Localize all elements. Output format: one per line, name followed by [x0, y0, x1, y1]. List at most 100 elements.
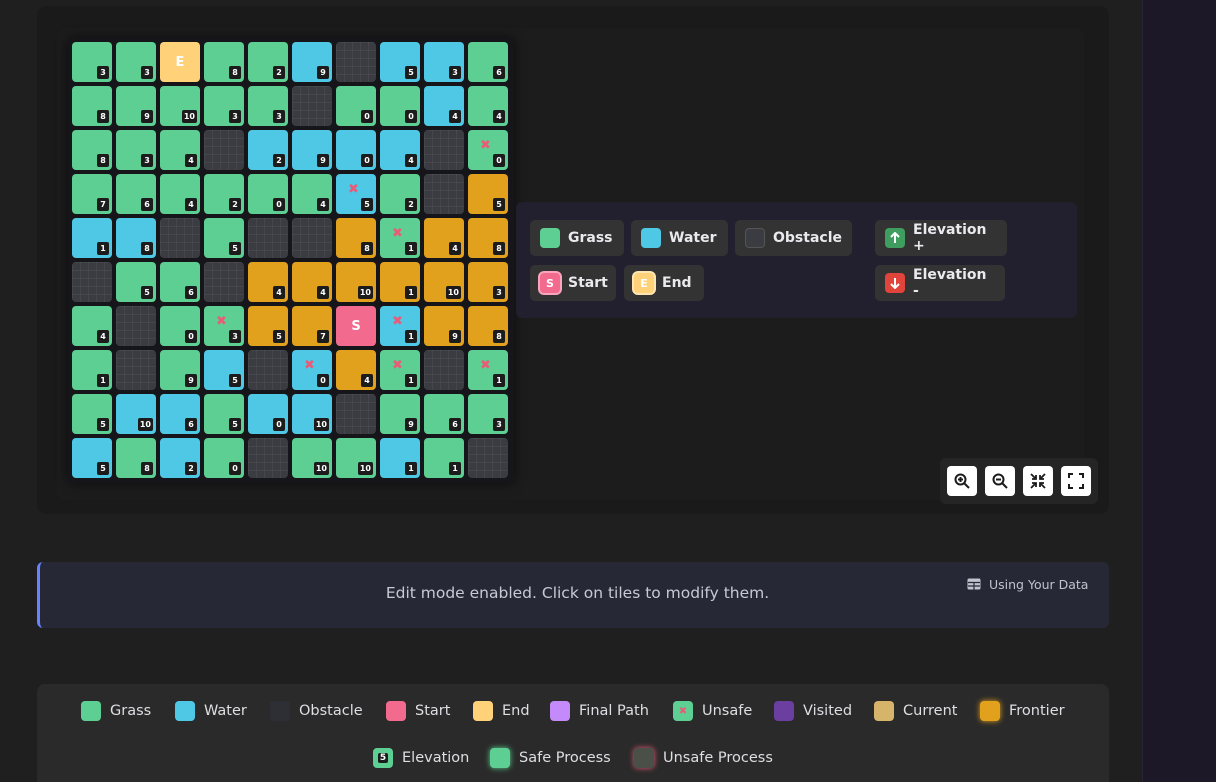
tile-water[interactable]: 3	[424, 42, 464, 82]
tile-obstacle[interactable]	[424, 130, 464, 170]
grass-tool-button[interactable]: Grass	[530, 220, 624, 256]
tile-frontier[interactable]: 5	[248, 306, 288, 346]
tile-grass[interactable]: ✖ 1	[380, 218, 420, 258]
tile-grass[interactable]: 2	[248, 42, 288, 82]
tile-water[interactable]: 0	[336, 130, 376, 170]
start-tool-button[interactable]: S Start	[530, 265, 616, 301]
tile-frontier[interactable]: 4	[248, 262, 288, 302]
obstacle-tool-button[interactable]: Obstacle	[735, 220, 852, 256]
tile-water[interactable]: 5	[204, 350, 244, 390]
tile-obstacle[interactable]	[248, 350, 288, 390]
tile-grass[interactable]: 7	[72, 174, 112, 214]
tile-water[interactable]: 1	[72, 218, 112, 258]
tile-obstacle[interactable]	[468, 438, 508, 478]
fit-to-screen-button[interactable]	[1023, 466, 1053, 496]
tile-obstacle[interactable]	[116, 306, 156, 346]
tile-grass[interactable]: 2	[204, 174, 244, 214]
tile-obstacle[interactable]	[248, 438, 288, 478]
tile-water[interactable]: 6	[160, 394, 200, 434]
tile-grass[interactable]: ✖ 1	[380, 350, 420, 390]
tile-grass[interactable]: 2	[380, 174, 420, 214]
tile-frontier[interactable]: 4	[424, 218, 464, 258]
tile-grass[interactable]: 4	[160, 130, 200, 170]
tile-grass[interactable]: 5	[204, 394, 244, 434]
tile-grass[interactable]: 9	[380, 394, 420, 434]
tile-frontier[interactable]: 4	[336, 350, 376, 390]
tile-grass[interactable]: 5	[204, 218, 244, 258]
tile-grass[interactable]: 8	[72, 86, 112, 126]
tile-obstacle[interactable]	[116, 350, 156, 390]
tile-obstacle[interactable]	[336, 394, 376, 434]
zoom-in-button[interactable]	[947, 466, 977, 496]
tile-grass[interactable]: 3	[116, 130, 156, 170]
tile-end[interactable]: E	[160, 42, 200, 82]
tile-water[interactable]: 8	[116, 218, 156, 258]
tile-grass[interactable]: 4	[468, 86, 508, 126]
tile-water[interactable]: 9	[292, 130, 332, 170]
tile-obstacle[interactable]	[424, 174, 464, 214]
tile-water[interactable]: 9	[292, 42, 332, 82]
tile-grass[interactable]: 8	[204, 42, 244, 82]
tile-water[interactable]: 2	[248, 130, 288, 170]
tile-grass[interactable]: 5	[72, 394, 112, 434]
tile-grass[interactable]: 0	[160, 306, 200, 346]
tile-water[interactable]: ✖ 1	[380, 306, 420, 346]
tile-water[interactable]: 2	[160, 438, 200, 478]
tile-grass[interactable]: 6	[160, 262, 200, 302]
tile-grass[interactable]: 3	[468, 394, 508, 434]
elevation-down-button[interactable]: Elevation -	[875, 265, 1005, 301]
tile-frontier[interactable]: 4	[292, 262, 332, 302]
zoom-out-button[interactable]	[985, 466, 1015, 496]
tile-grass[interactable]: ✖ 1	[468, 350, 508, 390]
tile-obstacle[interactable]	[204, 262, 244, 302]
tile-water[interactable]: 1	[380, 438, 420, 478]
tile-grass[interactable]: 6	[116, 174, 156, 214]
elevation-up-button[interactable]: Elevation +	[875, 220, 1007, 256]
tile-obstacle[interactable]	[248, 218, 288, 258]
tile-water[interactable]: 10	[292, 394, 332, 434]
tile-start[interactable]: S	[336, 306, 376, 346]
tile-frontier[interactable]: 9	[424, 306, 464, 346]
tile-water[interactable]: 5	[72, 438, 112, 478]
tile-frontier[interactable]: 3	[468, 262, 508, 302]
tile-grass[interactable]: ✖ 3	[204, 306, 244, 346]
tile-grass[interactable]: ✖ 0	[468, 130, 508, 170]
tile-obstacle[interactable]	[160, 218, 200, 258]
tile-grass[interactable]: 10	[292, 438, 332, 478]
tile-grass[interactable]: 10	[160, 86, 200, 126]
tile-grass[interactable]: 4	[72, 306, 112, 346]
tile-grass[interactable]: 3	[116, 42, 156, 82]
tile-grass[interactable]: 4	[160, 174, 200, 214]
tile-grass[interactable]: 10	[336, 438, 376, 478]
tile-obstacle[interactable]	[292, 218, 332, 258]
tile-frontier[interactable]: 7	[292, 306, 332, 346]
tile-grass[interactable]: 0	[336, 86, 376, 126]
tile-water[interactable]: 5	[380, 42, 420, 82]
tile-grass[interactable]: 6	[424, 394, 464, 434]
tile-frontier[interactable]: 1	[380, 262, 420, 302]
tile-frontier[interactable]: 10	[424, 262, 464, 302]
tile-grass[interactable]: 8	[72, 130, 112, 170]
tile-grass[interactable]: 6	[468, 42, 508, 82]
tile-water[interactable]: 0	[248, 394, 288, 434]
tile-grass[interactable]: 5	[116, 262, 156, 302]
tile-obstacle[interactable]	[72, 262, 112, 302]
tile-grass[interactable]: 3	[248, 86, 288, 126]
fullscreen-button[interactable]	[1061, 466, 1091, 496]
tile-grass[interactable]: 0	[204, 438, 244, 478]
tile-grass[interactable]: 3	[72, 42, 112, 82]
tile-water[interactable]: ✖ 0	[292, 350, 332, 390]
tile-water[interactable]: 4	[380, 130, 420, 170]
tile-obstacle[interactable]	[424, 350, 464, 390]
tile-grass[interactable]: 0	[380, 86, 420, 126]
tile-water[interactable]: 10	[116, 394, 156, 434]
tile-obstacle[interactable]	[336, 42, 376, 82]
tile-frontier[interactable]: 8	[336, 218, 376, 258]
tile-grass[interactable]: 0	[248, 174, 288, 214]
tile-obstacle[interactable]	[292, 86, 332, 126]
end-tool-button[interactable]: E End	[624, 265, 704, 301]
tile-grass[interactable]: 9	[160, 350, 200, 390]
tile-water[interactable]: ✖ 5	[336, 174, 376, 214]
tile-grass[interactable]: 4	[292, 174, 332, 214]
tile-frontier[interactable]: 8	[468, 218, 508, 258]
